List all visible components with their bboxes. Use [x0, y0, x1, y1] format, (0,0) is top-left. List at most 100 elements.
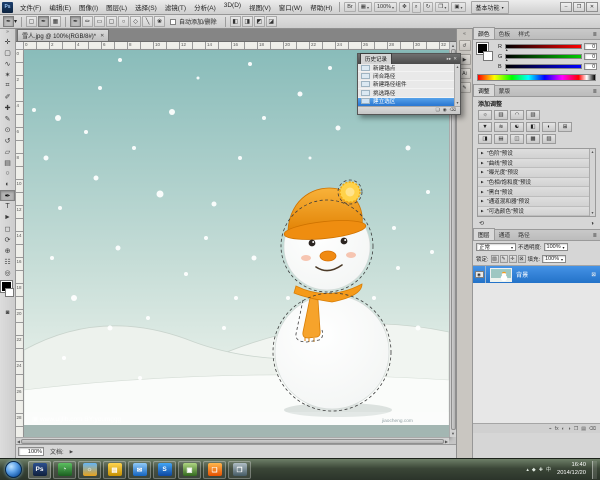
- pen-tool[interactable]: ✒: [0, 190, 15, 201]
- tray-ime-icon[interactable]: 中: [546, 466, 551, 473]
- lock-transparency-icon[interactable]: ▨: [491, 255, 499, 263]
- color-balance-icon[interactable]: ☯: [510, 122, 524, 132]
- path-selection-tool[interactable]: ►: [0, 212, 15, 223]
- lock-move-icon[interactable]: ✛: [509, 255, 517, 263]
- restore-button[interactable]: ❐: [573, 2, 585, 12]
- tab-masks[interactable]: 蒙版: [495, 85, 515, 96]
- marquee-tool[interactable]: ▢: [0, 47, 15, 58]
- tab-channels[interactable]: 通道: [495, 229, 515, 240]
- new-layer-icon[interactable]: ▤: [581, 426, 586, 432]
- tray-safety-icon[interactable]: ✚: [539, 467, 543, 473]
- panel-menu-icon[interactable]: ≣: [593, 89, 600, 96]
- close-icon[interactable]: ✕: [453, 56, 457, 62]
- new-document-from-state-icon[interactable]: ❏: [436, 107, 440, 113]
- layer-group-icon[interactable]: ❐: [574, 426, 578, 432]
- status-menu-arrow[interactable]: ▶: [70, 449, 73, 455]
- clone-stamp-tool[interactable]: ⊙: [0, 124, 15, 135]
- healing-brush-tool[interactable]: ✚: [0, 102, 15, 113]
- gradient-map-icon[interactable]: ▩: [526, 134, 540, 144]
- slider-value-field[interactable]: 0: [584, 43, 597, 50]
- adjustment-layer-icon[interactable]: ◑: [568, 426, 571, 432]
- menu-item-10[interactable]: 帮助(H): [306, 0, 336, 14]
- layer-mask-icon[interactable]: ◐: [562, 426, 565, 432]
- crop-tool[interactable]: ⌗: [0, 80, 15, 91]
- dodge-tool[interactable]: ◐: [0, 179, 15, 190]
- eye-icon[interactable]: ◉: [475, 271, 484, 278]
- menu-item-4[interactable]: 选择(S): [131, 0, 161, 14]
- tab-adjustments[interactable]: 调整: [473, 84, 495, 96]
- history-brush-tool[interactable]: ↺: [0, 135, 15, 146]
- intersect-path-icon[interactable]: ◩: [254, 16, 265, 27]
- photo-filter-icon[interactable]: ◐: [542, 122, 556, 132]
- menu-item-8[interactable]: 视图(V): [245, 0, 275, 14]
- fill-field[interactable]: 100% ▾: [542, 255, 566, 263]
- workspace-switcher[interactable]: 基本功能 ▾: [471, 1, 509, 14]
- tab-styles[interactable]: 样式: [514, 28, 534, 39]
- background-color-swatch[interactable]: [483, 51, 493, 61]
- zoom-icon[interactable]: ⌕: [412, 2, 421, 13]
- bridge-icon[interactable]: Br: [344, 2, 356, 12]
- rectangle-icon[interactable]: ▭: [94, 16, 105, 27]
- menu-item-2[interactable]: 图像(I): [75, 0, 102, 14]
- hue-saturation-icon[interactable]: ≋: [494, 122, 508, 132]
- preset-row[interactable]: ▶“色相/饱和度”预设: [478, 178, 589, 188]
- minimize-button[interactable]: –: [560, 2, 572, 12]
- menu-item-5[interactable]: 滤镜(T): [161, 0, 190, 14]
- menu-item-0[interactable]: 文件(F): [16, 0, 45, 14]
- menu-item-9[interactable]: 窗口(W): [275, 0, 306, 14]
- shape-tool[interactable]: ◻: [0, 223, 15, 234]
- polygon-icon[interactable]: ◇: [130, 16, 141, 27]
- quick-mask-button[interactable]: ◙: [0, 307, 15, 318]
- rounded-rectangle-icon[interactable]: ▢: [106, 16, 117, 27]
- freeform-pen-icon[interactable]: ✏: [82, 16, 93, 27]
- zoom-tool[interactable]: ◎: [0, 267, 15, 278]
- exclude-path-icon[interactable]: ◪: [266, 16, 277, 27]
- delete-layer-icon[interactable]: ⌫: [589, 426, 596, 432]
- link-layers-icon[interactable]: ⌁: [549, 426, 552, 432]
- opacity-field[interactable]: 100% ▾: [544, 243, 568, 251]
- slider-track[interactable]: ▲: [505, 54, 582, 59]
- preset-row[interactable]: ▶“色阶”预设: [478, 149, 589, 159]
- subtract-path-icon[interactable]: ◨: [242, 16, 253, 27]
- taskbar-documents[interactable]: ❐: [228, 461, 251, 479]
- menu-item-6[interactable]: 分析(A): [190, 0, 220, 14]
- auto-add-delete-checkbox[interactable]: [170, 19, 176, 25]
- slider-thumb-icon[interactable]: ▲: [505, 68, 508, 72]
- horizontal-scrollbar[interactable]: ◀▶: [16, 437, 449, 444]
- slider-value-field[interactable]: 0: [584, 53, 597, 60]
- lasso-tool[interactable]: ∿: [0, 58, 15, 69]
- layer-style-icon[interactable]: fx: [555, 426, 559, 432]
- dock-history-icon[interactable]: ↺: [459, 40, 471, 51]
- brightness-contrast-icon[interactable]: ☼: [478, 110, 492, 120]
- brush-tool[interactable]: ✎: [0, 113, 15, 124]
- show-desktop-button[interactable]: [592, 461, 597, 479]
- tab-color[interactable]: 颜色: [473, 27, 495, 39]
- screen-mode-icon[interactable]: ▣▾: [451, 2, 465, 12]
- document-tab[interactable]: 雪人.jpg @ 100%(RGB/8#)* ✕: [17, 29, 109, 41]
- arrange-documents-icon[interactable]: ❐▾: [435, 2, 449, 12]
- layer-row-background[interactable]: ◉ 背景 ⊠: [473, 266, 600, 283]
- lock-all-icon[interactable]: ⊠: [518, 255, 526, 263]
- slider-track[interactable]: ▲: [505, 44, 582, 49]
- tray-network-icon[interactable]: ◆: [532, 467, 536, 473]
- history-state[interactable]: 建立选区: [358, 98, 454, 106]
- preset-row[interactable]: ▶“曝光度”预设: [478, 168, 589, 178]
- gradient-tool[interactable]: ▤: [0, 157, 15, 168]
- close-button[interactable]: ✕: [586, 2, 598, 12]
- eraser-tool[interactable]: ▱: [0, 146, 15, 157]
- exposure-icon[interactable]: ▧: [526, 110, 540, 120]
- slider-track[interactable]: ▲: [505, 64, 582, 69]
- lock-paint-icon[interactable]: ✎: [500, 255, 508, 263]
- rotate-3d-tool[interactable]: ⟳: [0, 234, 15, 245]
- vibrance-icon[interactable]: ▼: [478, 122, 492, 132]
- curves-icon[interactable]: ◠: [510, 110, 524, 120]
- menu-item-7[interactable]: 3D(D): [220, 0, 245, 14]
- pen-tool-preset-icon[interactable]: ✒: [3, 16, 14, 27]
- posterize-icon[interactable]: ▤: [494, 134, 508, 144]
- line-icon[interactable]: ╲: [142, 16, 153, 27]
- view-extras-icon[interactable]: ▦▾: [358, 2, 372, 12]
- shape-layers-icon[interactable]: ▢: [26, 16, 37, 27]
- background-color-swatch[interactable]: [5, 288, 14, 297]
- taskbar-mail[interactable]: ✉: [128, 461, 151, 479]
- blur-tool[interactable]: ○: [0, 168, 15, 179]
